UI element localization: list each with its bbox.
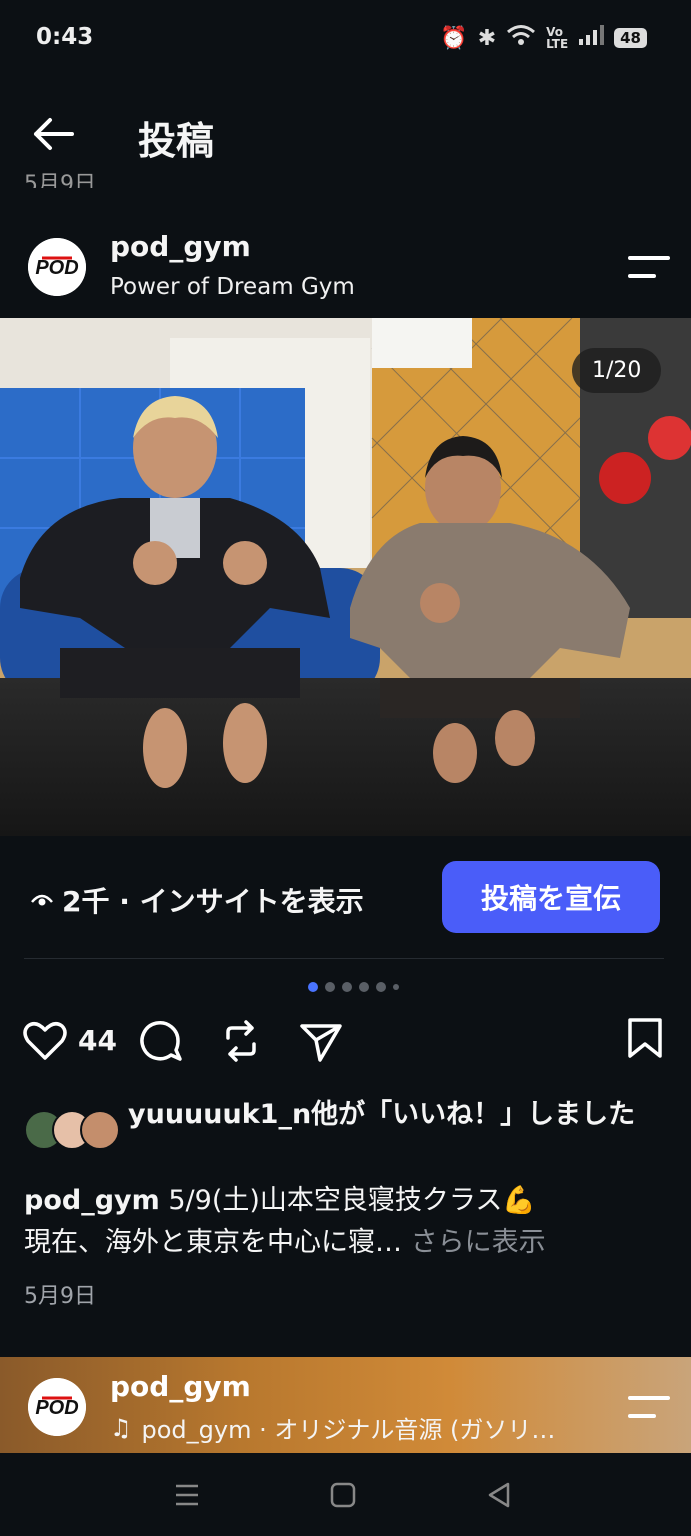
caption-line1: 5/9(土)山本空良寝技クラス💪	[168, 1185, 536, 1216]
back-nav-icon[interactable]	[484, 1480, 514, 1510]
status-time: 0:43	[36, 24, 94, 50]
more-link[interactable]: さらに表示	[411, 1227, 546, 1258]
status-icons: ⏰ ✱ Vo LTE 48	[440, 24, 647, 52]
heart-icon[interactable]	[22, 1018, 68, 1064]
divider	[24, 958, 664, 959]
caption-line2: 現在、海外と東京を中心に寝…	[24, 1227, 402, 1258]
alarm-icon: ⏰	[440, 25, 468, 51]
menu-icon[interactable]	[628, 1394, 670, 1420]
carousel-dot	[393, 984, 399, 990]
likes-summary[interactable]: yuuuuuk1_n他が「いいね！」しました	[128, 1092, 658, 1138]
avatar	[80, 1110, 120, 1150]
image-counter: 1/20	[572, 348, 662, 393]
liker-avatars[interactable]	[24, 1110, 120, 1150]
audio-track[interactable]: ♫ pod_gym · オリジナル音源 (ガソリ…	[110, 1410, 555, 1445]
avatar-logo-text: POD	[35, 1397, 78, 1419]
recent-apps-icon[interactable]	[172, 1480, 202, 1510]
comment-icon[interactable]	[138, 1018, 184, 1064]
previous-post-date: 5月9日	[24, 172, 96, 188]
next-post-username[interactable]: pod_gym	[110, 1370, 251, 1403]
post-caption[interactable]: pod_gym 5/9(土)山本空良寝技クラス💪 現在、海外と東京を中心に寝… …	[24, 1180, 674, 1264]
wifi-icon	[506, 24, 536, 52]
post-username[interactable]: pod_gym	[110, 230, 251, 263]
back-arrow-icon[interactable]	[28, 112, 78, 156]
avatar-logo-text: POD	[35, 257, 78, 279]
insights-label: 2千 · インサイトを表示	[62, 885, 364, 918]
audio-label: pod_gym · オリジナル音源 (ガソリ…	[141, 1416, 556, 1444]
carousel-dot	[376, 982, 386, 992]
promote-post-button[interactable]: 投稿を宣伝	[442, 861, 660, 933]
avatar[interactable]: POD	[28, 238, 86, 296]
carousel-dot	[325, 982, 335, 992]
carousel-indicator	[308, 982, 399, 992]
carousel-dot	[342, 982, 352, 992]
home-icon[interactable]	[328, 1480, 358, 1510]
post-subtitle: Power of Dream Gym	[110, 274, 355, 300]
music-note-icon: ♫	[110, 1413, 132, 1442]
signal-icon	[578, 25, 605, 51]
post-date: 5月9日	[24, 1284, 96, 1309]
repost-icon[interactable]	[218, 1018, 264, 1064]
avatar[interactable]: POD	[28, 1378, 86, 1436]
bluetooth-icon: ✱	[477, 25, 497, 51]
network-label: Vo LTE	[546, 25, 569, 51]
carousel-dot	[359, 982, 369, 992]
menu-icon[interactable]	[628, 254, 670, 280]
battery-indicator: 48	[614, 28, 647, 48]
insights-link[interactable]: 2千 · インサイトを表示	[30, 880, 364, 920]
bookmark-icon[interactable]	[622, 1016, 668, 1062]
eye-icon	[30, 884, 54, 917]
page-title: 投稿	[138, 119, 215, 163]
caption-username[interactable]: pod_gym	[24, 1185, 160, 1216]
share-icon[interactable]	[298, 1018, 344, 1064]
post-photo[interactable]	[0, 318, 691, 836]
like-count[interactable]: 44	[78, 1024, 117, 1057]
carousel-dot-active	[308, 982, 318, 992]
